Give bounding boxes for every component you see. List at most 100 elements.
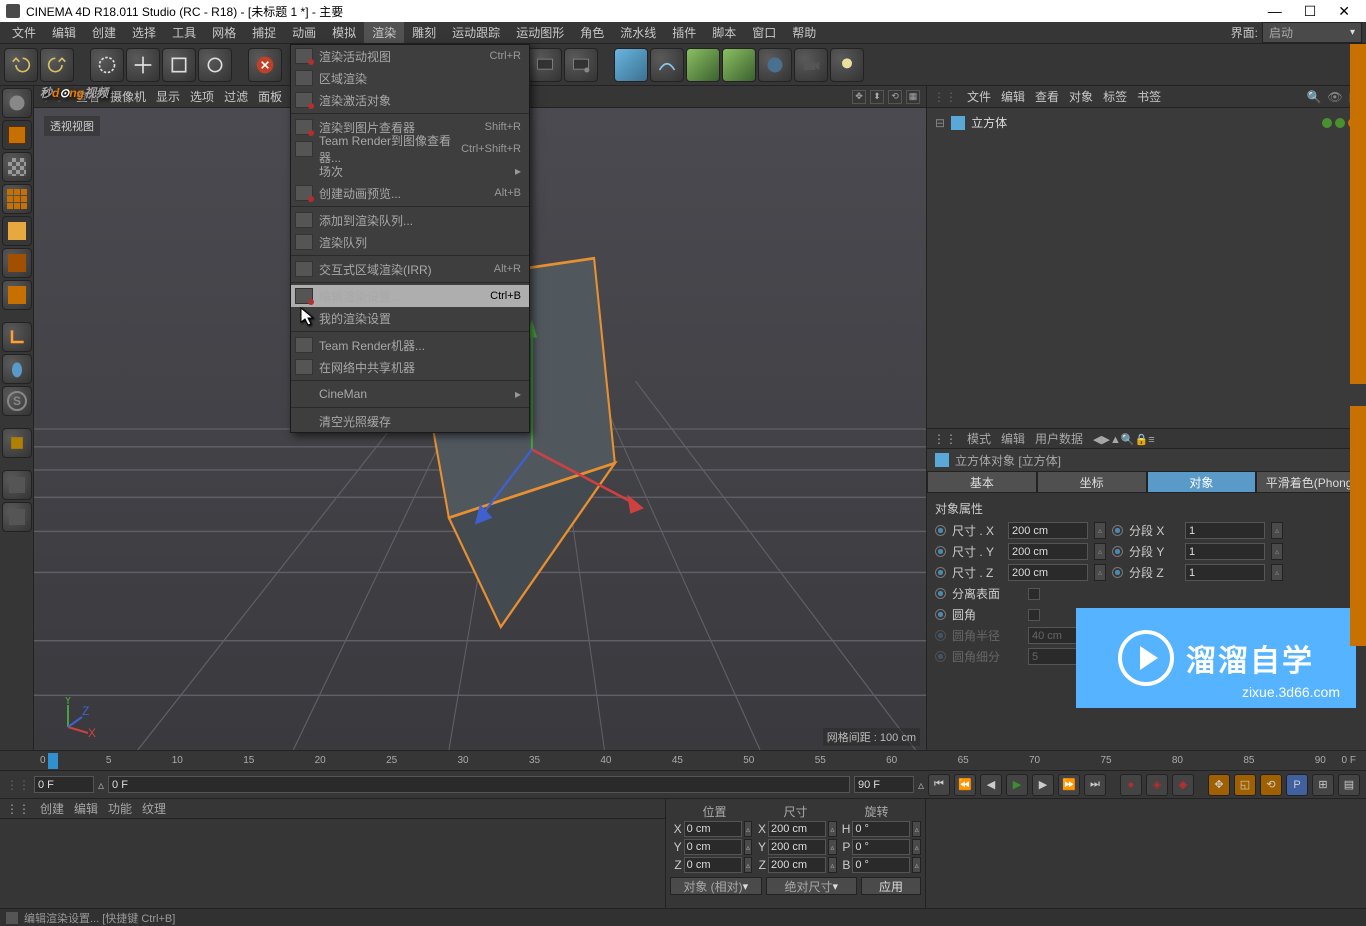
menu-edit-render-settings[interactable]: 编辑渲染设置...Ctrl+B	[291, 285, 529, 307]
attr-subtab-object[interactable]: 对象	[1147, 471, 1257, 493]
rot-b-input[interactable]	[852, 857, 910, 873]
generator-button[interactable]	[686, 48, 720, 82]
menu-help[interactable]: 帮助	[784, 22, 824, 43]
search-icon[interactable]: 🔍	[1121, 434, 1135, 446]
render-pv-button[interactable]	[528, 48, 562, 82]
view-tab-display[interactable]: 显示	[156, 88, 180, 105]
camera-button[interactable]	[794, 48, 828, 82]
anim-dot[interactable]	[935, 525, 946, 536]
menu-render-queue[interactable]: 渲染队列	[291, 231, 529, 253]
record-button[interactable]: ●	[1120, 774, 1142, 796]
frame-end-field[interactable]: 90 F	[854, 776, 914, 793]
nav-fwd-icon[interactable]: ▶	[1102, 434, 1110, 446]
obj-tab-tags[interactable]: 标签	[1103, 88, 1127, 105]
key-param-button[interactable]: P	[1286, 774, 1308, 796]
autokey-button[interactable]: ◈	[1146, 774, 1168, 796]
goto-key-next-button[interactable]: ⏩	[1058, 774, 1080, 796]
size-y-input[interactable]	[768, 839, 826, 855]
tweak-button[interactable]	[2, 354, 32, 384]
key-pos-button[interactable]: ✥	[1208, 774, 1230, 796]
menu-motiontrack[interactable]: 运动跟踪	[444, 22, 508, 43]
pos-y-input[interactable]	[684, 839, 742, 855]
tree-item-cube[interactable]: ⊟ 立方体	[931, 112, 1362, 133]
menu-mesh[interactable]: 网格	[204, 22, 244, 43]
menu-add-to-queue[interactable]: 添加到渲染队列...	[291, 209, 529, 231]
workplane-button[interactable]	[2, 184, 32, 214]
nav-zoom-icon[interactable]: ⬍	[870, 90, 884, 104]
menu-cineman[interactable]: CineMan	[291, 383, 529, 405]
cube-primitive-button[interactable]	[614, 48, 648, 82]
model-mode-button[interactable]	[2, 120, 32, 150]
light-button[interactable]	[830, 48, 864, 82]
size-z-input[interactable]	[1008, 564, 1088, 581]
mat-tab-create[interactable]: 创建	[40, 800, 64, 817]
menu-simulate[interactable]: 模拟	[324, 22, 364, 43]
grip-icon[interactable]: ⋮⋮	[933, 90, 957, 104]
goto-key-prev-button[interactable]: ⏪	[954, 774, 976, 796]
mat-tab-tex[interactable]: 纹理	[142, 800, 166, 817]
menu-my-render-settings[interactable]: ✓我的渲染设置	[291, 307, 529, 329]
menu-sculpt[interactable]: 雕刻	[404, 22, 444, 43]
right-edge-tab-1[interactable]	[1350, 44, 1366, 384]
menu-create[interactable]: 创建	[84, 22, 124, 43]
minimize-button[interactable]: —	[1268, 3, 1282, 20]
menu-teamrender-machines[interactable]: Team Render机器...	[291, 334, 529, 356]
attr-tab-edit[interactable]: 编辑	[1001, 430, 1025, 447]
search-icon[interactable]: 🔍	[1306, 90, 1321, 104]
move-tool-button[interactable]	[126, 48, 160, 82]
menu-teamrender-pv[interactable]: Team Render到图像查看器...Ctrl+Shift+R	[291, 138, 529, 160]
deformer-button[interactable]	[722, 48, 756, 82]
step-fwd-button[interactable]: ▶	[1032, 774, 1054, 796]
layout-dropdown[interactable]: 启动	[1262, 22, 1362, 43]
size-x-input[interactable]	[768, 821, 826, 837]
key-options-button[interactable]: ▤	[1338, 774, 1360, 796]
nav-back-icon[interactable]: ◀	[1093, 434, 1101, 446]
viewport-solo-button[interactable]	[2, 428, 32, 458]
nav-pan-icon[interactable]: ✥	[852, 90, 866, 104]
key-pla-button[interactable]: ⊞	[1312, 774, 1334, 796]
nav-layout-icon[interactable]: ▦	[906, 90, 920, 104]
point-mode-button[interactable]	[2, 216, 32, 246]
fillet-checkbox[interactable]	[1028, 609, 1040, 621]
frame-current-field[interactable]: 0 F	[108, 776, 850, 793]
edge-mode-button[interactable]	[2, 248, 32, 278]
axis-button[interactable]	[2, 322, 32, 352]
menu-select[interactable]: 选择	[124, 22, 164, 43]
make-editable-button[interactable]	[2, 88, 32, 118]
locked-workplane-button[interactable]	[2, 470, 32, 500]
obj-tab-edit[interactable]: 编辑	[1001, 88, 1025, 105]
planar-workplane-button[interactable]	[2, 502, 32, 532]
polygon-mode-button[interactable]	[2, 280, 32, 310]
rotate-tool-button[interactable]	[198, 48, 232, 82]
nav-orbit-icon[interactable]: ⟲	[888, 90, 902, 104]
menu-snap[interactable]: 捕捉	[244, 22, 284, 43]
close-tool-button[interactable]	[248, 48, 282, 82]
apply-button[interactable]: 应用	[861, 877, 921, 895]
menu-edit[interactable]: 编辑	[44, 22, 84, 43]
menu-irr[interactable]: 交互式区域渲染(IRR)Alt+R	[291, 258, 529, 280]
size-z-input[interactable]	[768, 857, 826, 873]
play-button[interactable]: ▶	[1006, 774, 1028, 796]
keyframe-button[interactable]: ◆	[1172, 774, 1194, 796]
menu-character[interactable]: 角色	[572, 22, 612, 43]
menu-make-preview[interactable]: 创建动画预览...Alt+B	[291, 182, 529, 204]
grip-icon[interactable]: ⋮⋮	[6, 802, 30, 816]
menu-file[interactable]: 文件	[4, 22, 44, 43]
scale-tool-button[interactable]	[162, 48, 196, 82]
coord-mode-dropdown[interactable]: 对象 (相对) ▾	[670, 877, 762, 895]
pos-z-input[interactable]	[684, 857, 742, 873]
menu-pipeline[interactable]: 流水线	[612, 22, 664, 43]
menu-icon[interactable]: ≡	[1148, 434, 1154, 446]
undo-button[interactable]	[4, 48, 38, 82]
rot-p-input[interactable]	[852, 839, 910, 855]
menu-window[interactable]: 窗口	[744, 22, 784, 43]
mat-tab-edit[interactable]: 编辑	[74, 800, 98, 817]
timeline-ruler[interactable]: 051015202530354045505560657075808590 0 F	[0, 750, 1366, 770]
step-back-button[interactable]: ◀	[980, 774, 1002, 796]
pos-x-input[interactable]	[684, 821, 742, 837]
grip-icon[interactable]: ⋮⋮	[933, 432, 957, 446]
menu-mograph[interactable]: 运动图形	[508, 22, 572, 43]
goto-end-button[interactable]: ⏭	[1084, 774, 1106, 796]
key-scale-button[interactable]: ◱	[1234, 774, 1256, 796]
seg-z-input[interactable]	[1185, 564, 1265, 581]
